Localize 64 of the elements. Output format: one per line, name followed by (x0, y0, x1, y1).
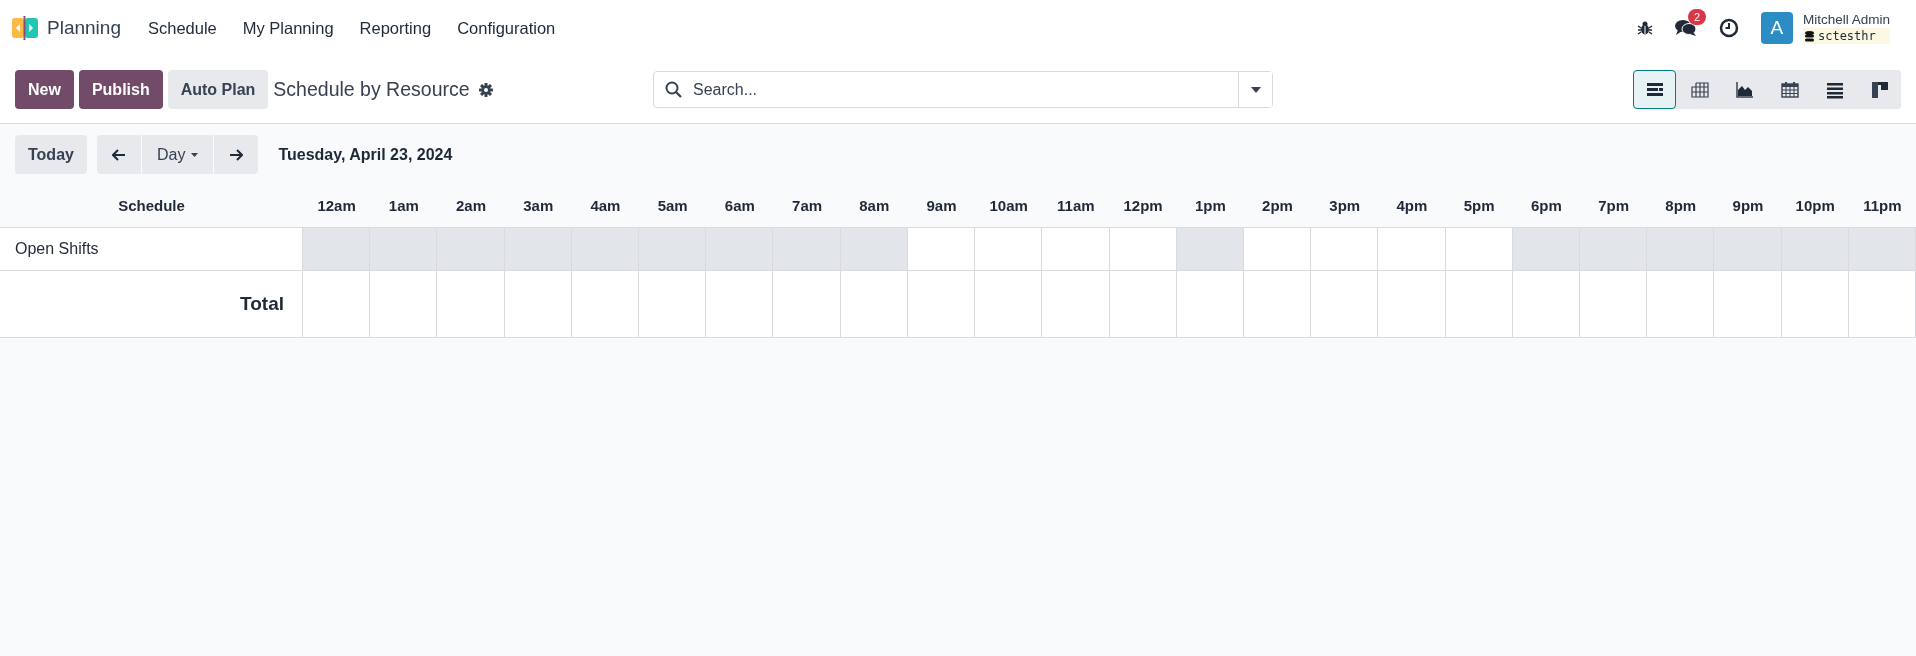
search-bar[interactable]: Search... (653, 71, 1273, 108)
time-slot[interactable] (1311, 228, 1379, 271)
unavailable-slot[interactable] (706, 228, 774, 271)
time-slot[interactable] (975, 228, 1043, 271)
unavailable-slot[interactable] (1714, 228, 1782, 271)
time-slot[interactable] (907, 228, 976, 271)
next-button[interactable] (214, 135, 259, 174)
unavailable-slot[interactable] (370, 228, 438, 271)
unavailable-slot[interactable] (504, 228, 572, 271)
area-chart-icon (1735, 80, 1754, 99)
unavailable-slot[interactable] (1579, 228, 1648, 271)
search-dropdown-toggle[interactable] (1238, 72, 1272, 107)
calendar-icon (1780, 80, 1799, 99)
previous-button[interactable] (96, 135, 141, 174)
current-date: Tuesday, April 23, 2024 (278, 145, 453, 164)
columns-icon (1870, 80, 1889, 99)
time-slot[interactable] (1109, 228, 1177, 271)
unavailable-slot[interactable] (437, 228, 505, 271)
action-button[interactable]: Publish (78, 70, 163, 109)
time-slot[interactable] (1243, 228, 1312, 271)
database-icon (1804, 30, 1814, 42)
time-slot[interactable] (1042, 228, 1110, 271)
chat-icon[interactable] (1674, 19, 1697, 37)
table-icon (1690, 80, 1709, 99)
bars-icon (1645, 80, 1664, 99)
view-title: Schedule by Resource (273, 78, 470, 101)
total-label: Total (0, 271, 303, 337)
left-arrow-icon (111, 148, 126, 161)
time-slot[interactable] (1378, 228, 1446, 271)
row-label: Open Shifts (0, 228, 303, 271)
today-button[interactable]: Today (15, 135, 87, 174)
gantt-view-button[interactable] (1633, 70, 1676, 109)
unavailable-slot[interactable] (840, 228, 908, 271)
menu-item[interactable]: My Planning (229, 18, 347, 38)
unavailable-slot[interactable] (773, 228, 841, 271)
time-slot[interactable] (1445, 228, 1513, 271)
menu-item[interactable]: Schedule (134, 18, 230, 38)
app-logo-icon[interactable] (12, 16, 38, 40)
unavailable-slot[interactable] (1781, 228, 1849, 271)
unavailable-slot[interactable] (303, 228, 371, 271)
bug-icon[interactable] (1636, 20, 1653, 36)
scale-dropdown[interactable]: Day (141, 135, 214, 174)
database-name: sctesthr (1817, 29, 1876, 43)
unavailable-slot[interactable] (639, 228, 707, 271)
clock-icon[interactable] (1718, 18, 1739, 38)
action-button[interactable]: Auto Plan (167, 70, 269, 109)
app-name-link[interactable]: Planning (47, 17, 121, 39)
caret-icon (1250, 86, 1261, 93)
menu-item[interactable]: Configuration (444, 18, 569, 38)
unavailable-slot[interactable] (1512, 228, 1580, 271)
caret-icon (191, 152, 199, 157)
unavailable-slot[interactable] (571, 228, 640, 271)
unavailable-slot[interactable] (1848, 228, 1916, 271)
message-count-badge: 2 (1687, 9, 1707, 25)
user-name: Mitchell Admin (1802, 12, 1890, 28)
menu-item[interactable]: Reporting (346, 18, 445, 38)
list-icon (1825, 80, 1844, 99)
action-button[interactable]: New (15, 70, 74, 109)
search-icon (665, 81, 682, 98)
gear-icon[interactable] (478, 82, 493, 97)
unavailable-slot[interactable] (1647, 228, 1715, 271)
unavailable-slot[interactable] (1176, 228, 1244, 271)
user-avatar[interactable]: A (1760, 12, 1793, 44)
right-arrow-icon (229, 148, 244, 161)
